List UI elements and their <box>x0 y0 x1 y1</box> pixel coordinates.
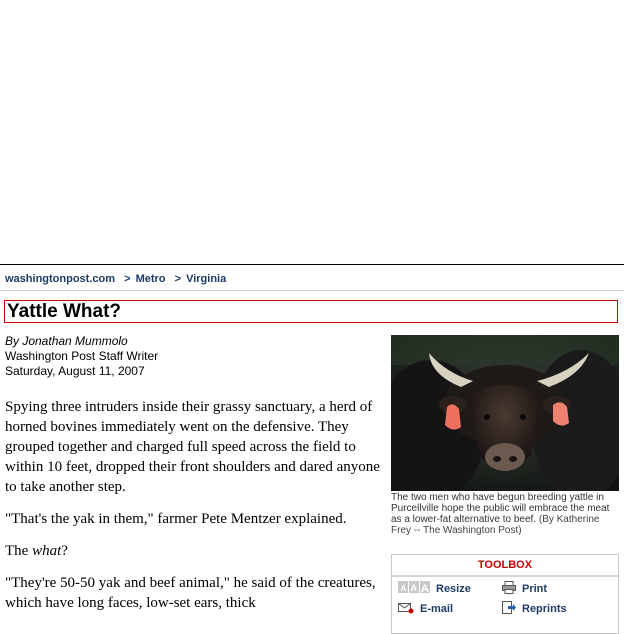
breadcrumb-divider <box>0 290 624 291</box>
page-title: Yattle What? <box>7 301 122 322</box>
byline: By Jonathan Mummolo Washington Post Staf… <box>5 334 158 379</box>
paragraph-text: ? <box>61 543 68 559</box>
article-photo[interactable] <box>391 335 619 491</box>
paragraph: The what? <box>5 541 387 561</box>
reprints-label: Reprints <box>522 603 567 615</box>
breadcrumb-site-link[interactable]: washingtonpost.com <box>5 273 115 285</box>
breadcrumb-separator: > <box>124 273 131 285</box>
breadcrumb-metro-link[interactable]: Metro <box>136 273 166 285</box>
print-tool[interactable]: Print <box>502 581 547 597</box>
photo-caption: The two men who have begun breeding yatt… <box>391 492 620 536</box>
resize-tool[interactable]: A A A Resize <box>398 581 471 596</box>
emphasis-text: what <box>32 543 62 559</box>
svg-text:A: A <box>401 584 407 593</box>
envelope-icon <box>398 601 414 617</box>
toolbox-title: TOOLBOX <box>392 555 618 577</box>
headline-box: Yattle What? <box>4 300 618 323</box>
paragraph: "They're 50-50 yak and beef animal," he … <box>5 575 376 611</box>
breadcrumb: washingtonpost.com > Metro > Virginia <box>5 273 226 285</box>
email-tool[interactable]: E-mail <box>398 601 453 617</box>
paragraph: Spying three intruders inside their gras… <box>5 399 380 495</box>
email-label: E-mail <box>420 603 454 615</box>
author-role: Washington Post Staff Writer <box>5 349 159 363</box>
printer-icon <box>502 581 516 597</box>
text-resize-icon: A A A <box>398 581 430 596</box>
publish-date: Saturday, August 11, 2007 <box>5 364 145 378</box>
svg-text:A: A <box>411 583 418 593</box>
toolbox: TOOLBOX A A A Resize Print E-mail Reprin… <box>391 554 619 634</box>
paragraph: "That's the yak in them," farmer Pete Me… <box>5 511 347 527</box>
svg-text:A: A <box>421 583 429 593</box>
article-body: Spying three intruders inside their gras… <box>5 397 387 625</box>
author-name: By Jonathan Mummolo <box>5 334 128 348</box>
paragraph-text: The <box>5 543 33 559</box>
yattle-photo-illustration <box>391 335 619 491</box>
breadcrumb-separator: > <box>174 273 182 285</box>
resize-label: Resize <box>436 582 471 595</box>
top-divider <box>0 264 624 265</box>
reprints-tool[interactable]: Reprints <box>502 601 567 617</box>
reprints-arrow-icon <box>502 601 516 617</box>
breadcrumb-virginia-link[interactable]: Virginia <box>186 273 226 285</box>
print-label: Print <box>522 583 548 595</box>
